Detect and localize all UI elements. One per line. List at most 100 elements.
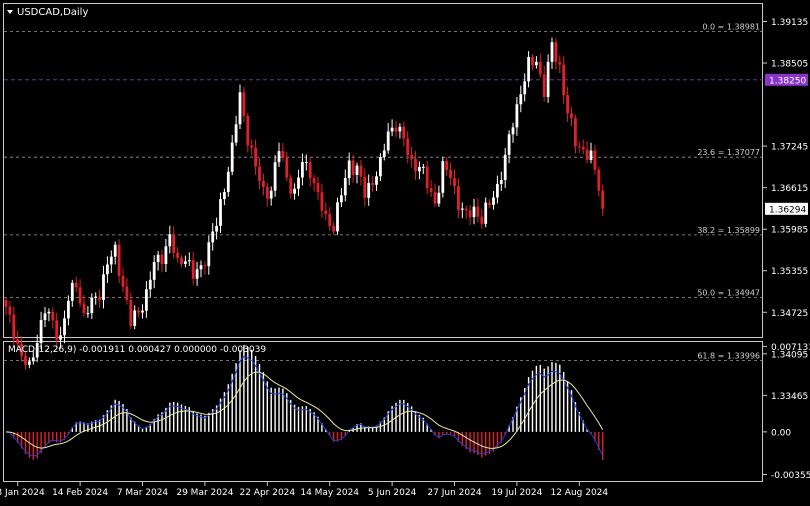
candle-body xyxy=(566,95,569,114)
candle-body xyxy=(468,210,472,218)
macd-tick-label: 0.007133 xyxy=(771,343,810,353)
candle-body xyxy=(176,252,179,258)
candle-body xyxy=(402,126,406,139)
candle-body xyxy=(554,42,558,62)
candle-body xyxy=(304,162,308,164)
candle-body xyxy=(55,320,59,340)
candle-body xyxy=(480,216,484,224)
symbol-label[interactable]: USDCAD,Daily xyxy=(17,7,88,18)
macd-tick-label: 0.00 xyxy=(771,428,791,438)
candle-body xyxy=(429,188,433,193)
price-tick-label: 1.37245 xyxy=(771,143,808,153)
candle-body xyxy=(211,231,215,243)
candle-body xyxy=(492,197,495,205)
candle-body xyxy=(418,166,421,172)
candle-body xyxy=(94,296,98,298)
candle-body xyxy=(538,61,542,75)
fib-level-label: 61.8 = 1.33996 xyxy=(697,351,760,360)
candle-body xyxy=(343,178,347,196)
candle-body xyxy=(160,254,164,265)
candle-body xyxy=(476,206,480,217)
candle-body xyxy=(363,176,367,198)
candle-body xyxy=(320,192,324,211)
candle-body xyxy=(511,127,515,135)
candle-body xyxy=(433,192,437,204)
candle-body xyxy=(265,187,269,199)
price-tick-label: 1.35355 xyxy=(771,267,808,277)
candle-body xyxy=(203,265,207,267)
fib-level-label: 0.0 = 1.38981 xyxy=(702,23,760,32)
candle-body xyxy=(445,161,449,170)
candle-body xyxy=(242,92,246,116)
fib-level-label: 23.6 = 1.37077 xyxy=(697,148,760,157)
candle-body xyxy=(355,165,359,175)
candle-body xyxy=(499,180,503,184)
candle-body xyxy=(269,190,273,199)
candle-body xyxy=(168,234,172,247)
candle-body xyxy=(156,254,160,263)
candle-body xyxy=(449,169,452,179)
candle-body xyxy=(74,282,78,288)
candle-body xyxy=(570,113,573,119)
candle-body xyxy=(562,64,566,96)
time-tick-label: 14 May 2024 xyxy=(300,488,359,498)
candle-body xyxy=(332,225,335,232)
candle-body xyxy=(496,183,499,198)
price-tick-label: 1.35985 xyxy=(771,226,808,236)
candle-body xyxy=(515,104,519,128)
candle-body xyxy=(51,311,55,321)
macd-title: MACD(12,26,9) -0.001911 0.000427 0.00000… xyxy=(8,345,266,355)
candle-body xyxy=(47,311,51,314)
candle-body xyxy=(199,265,203,270)
candle-body xyxy=(24,355,27,365)
candle-body xyxy=(106,264,109,275)
fib-level-label: 38.2 = 1.35899 xyxy=(697,226,760,235)
candle-body xyxy=(98,296,101,301)
candle-body xyxy=(340,195,343,203)
time-tick-label: 19 Jul 2024 xyxy=(491,488,542,498)
current-price-label: 1.36294 xyxy=(769,205,806,215)
candle-body xyxy=(550,42,554,62)
fib-level-label: 50.0 = 1.34947 xyxy=(697,289,760,298)
candle-body xyxy=(273,162,277,191)
candle-body xyxy=(67,300,70,319)
candle-body xyxy=(597,169,601,191)
candle-body xyxy=(347,160,351,179)
candle-body xyxy=(437,192,441,204)
candle-body xyxy=(367,183,371,198)
candle-body xyxy=(230,142,234,172)
candle-body xyxy=(250,145,254,148)
candle-body xyxy=(581,146,585,150)
candle-body xyxy=(574,118,577,147)
candle-body xyxy=(133,310,137,326)
time-tick-label: 29 Mar 2024 xyxy=(176,488,233,498)
chart-canvas[interactable]: USDCAD,Daily 1.39135 1.38505 1.37245 1.3661… xyxy=(0,0,810,502)
candle-body xyxy=(308,162,312,179)
candle-body xyxy=(219,199,222,226)
candle-body xyxy=(59,335,62,340)
candle-body xyxy=(601,190,605,209)
candle-body xyxy=(542,74,546,97)
candle-body xyxy=(390,127,394,132)
candle-body xyxy=(324,210,328,215)
candle-body xyxy=(215,225,218,232)
candle-body xyxy=(293,188,296,194)
candle-body xyxy=(141,310,144,313)
candle-body xyxy=(234,124,238,143)
candle-body xyxy=(379,157,382,177)
candle-body xyxy=(297,177,300,189)
candle-body xyxy=(589,150,593,160)
candle-body xyxy=(8,306,12,315)
candle-body xyxy=(145,289,148,311)
candle-body xyxy=(121,276,125,287)
candle-body xyxy=(254,147,257,167)
candle-body xyxy=(441,161,445,193)
candle-body xyxy=(226,171,230,193)
candle-body xyxy=(184,261,187,265)
candle-body xyxy=(102,274,105,301)
candle-body xyxy=(258,166,261,181)
highlight-price-label: 1.38250 xyxy=(769,76,806,86)
candle-body xyxy=(410,155,413,159)
price-tick-label: 1.36615 xyxy=(771,184,808,194)
candle-body xyxy=(359,165,363,177)
